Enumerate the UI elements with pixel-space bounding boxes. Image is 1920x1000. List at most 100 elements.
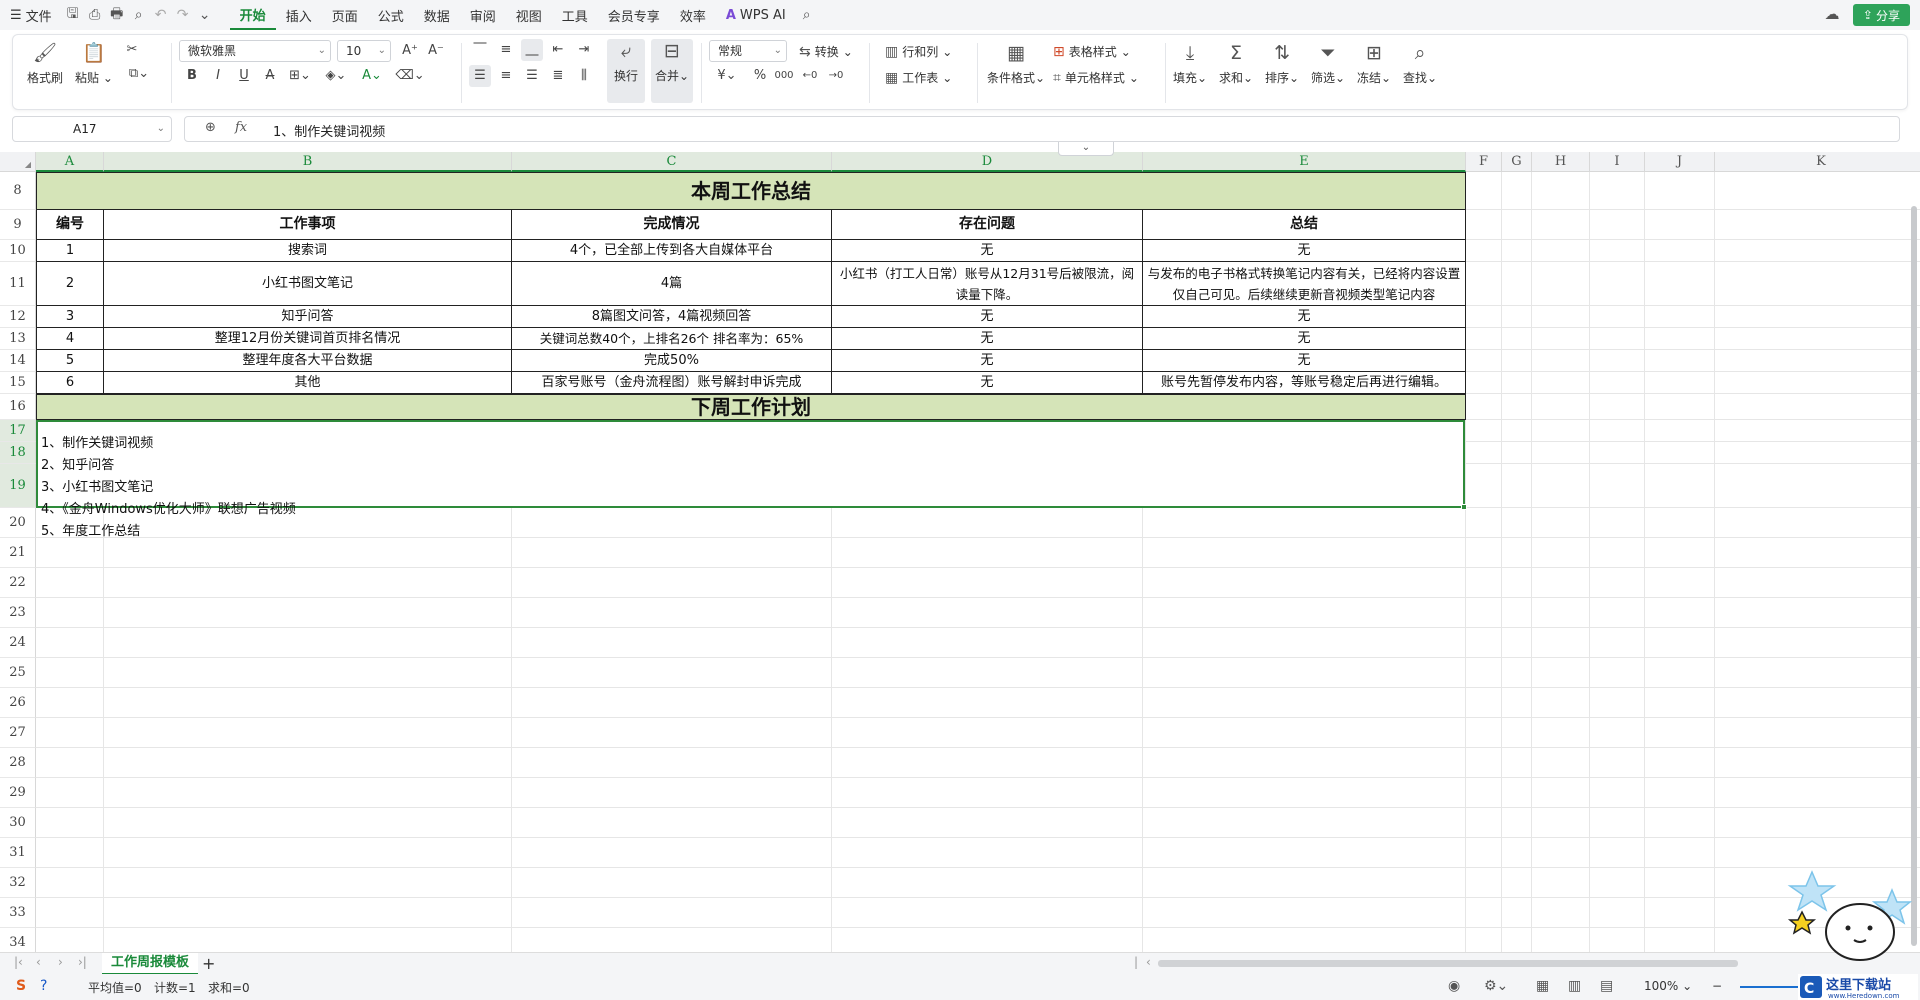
decimal-decrease-icon[interactable]: →0 [825, 65, 847, 87]
table-header-cell[interactable]: 存在问题 [832, 210, 1143, 240]
more-chevron-icon[interactable]: ⌄ [194, 0, 216, 30]
table-header-cell[interactable]: 完成情况 [512, 210, 832, 240]
table-cell[interactable]: 账号先暂停发布内容，等账号稳定后再进行编辑。 [1143, 372, 1466, 394]
summary-title-cell[interactable]: 本周工作总结 [36, 172, 1466, 210]
row-header-17[interactable]: 17 [0, 420, 36, 442]
cell-style-button[interactable]: ⌗ 单元格样式 ⌄ [1053, 69, 1139, 86]
collapse-ribbon-icon[interactable]: ⌄ [1058, 142, 1114, 156]
settings-gear-icon[interactable]: ⚙⌄ [1484, 978, 1508, 994]
page-layout-icon[interactable]: ▥ [1568, 978, 1581, 994]
merge-button[interactable]: ⊟ 合并⌄ [651, 39, 693, 103]
help-icon[interactable]: ? [40, 978, 47, 994]
table-cell[interactable]: 无 [832, 328, 1143, 350]
next-sheet-icon[interactable]: › [58, 955, 63, 969]
align-bottom-icon[interactable]: ⎽ [521, 39, 543, 61]
row-header-30[interactable]: 30 [0, 808, 36, 838]
table-cell[interactable]: 无 [832, 240, 1143, 262]
table-cell[interactable]: 无 [1143, 306, 1466, 328]
row-header-15[interactable]: 15 [0, 372, 36, 394]
row-header-26[interactable]: 26 [0, 688, 36, 718]
table-cell[interactable]: 无 [1143, 350, 1466, 372]
select-all-corner[interactable]: ◢ [0, 152, 36, 172]
table-cell[interactable]: 百家号账号（金舟流程图）账号解封申诉完成 [512, 372, 832, 394]
hscroll-left-arrow-icon[interactable]: ‹ [1146, 955, 1151, 969]
row-header-21[interactable]: 21 [0, 538, 36, 568]
table-cell[interactable]: 小红书图文笔记 [104, 262, 512, 306]
row-header-13[interactable]: 13 [0, 328, 36, 350]
table-cell[interactable]: 4 [36, 328, 104, 350]
table-cell[interactable]: 5 [36, 350, 104, 372]
paste-button[interactable]: 📋 粘贴 ⌄ [75, 41, 113, 86]
table-cell[interactable]: 4个，已全部上传到各大自媒体平台 [512, 240, 832, 262]
row-header-29[interactable]: 29 [0, 778, 36, 808]
column-header-c[interactable]: C [512, 152, 832, 172]
last-sheet-icon[interactable]: ›| [78, 955, 87, 969]
zoom-level[interactable]: 100% ⌄ [1644, 979, 1692, 993]
increase-font-icon[interactable]: A⁺ [399, 40, 421, 62]
column-header-f[interactable]: F [1466, 152, 1502, 172]
convert-button[interactable]: ⇆ 转换 ⌄ [799, 43, 853, 60]
row-header-10[interactable]: 10 [0, 240, 36, 262]
undo-icon[interactable]: ↶ [150, 0, 172, 30]
table-cell[interactable]: 8篇图文问答，4篇视频回答 [512, 306, 832, 328]
row-header-25[interactable]: 25 [0, 658, 36, 688]
column-header-g[interactable]: G [1502, 152, 1532, 172]
tab-data[interactable]: 数据 [414, 0, 460, 30]
tab-insert[interactable]: 插入 [276, 0, 322, 30]
table-cell[interactable]: 1 [36, 240, 104, 262]
row-header-32[interactable]: 32 [0, 868, 36, 898]
export-icon[interactable]: ⎙ [84, 0, 106, 30]
table-cell[interactable]: 整理年度各大平台数据 [104, 350, 512, 372]
row-header-20[interactable]: 20 [0, 508, 36, 538]
table-cell[interactable]: 小红书（打工人日常）账号从12月31号后被限流，阅读量下降。 [832, 262, 1143, 306]
conditional-format-button[interactable]: ▦ 条件格式⌄ [987, 41, 1045, 86]
table-cell[interactable]: 搜索词 [104, 240, 512, 262]
first-sheet-icon[interactable]: |‹ [14, 955, 23, 969]
font-name-select[interactable]: 微软雅黑 ⌄ [179, 40, 331, 62]
row-header-18[interactable]: 18 [0, 442, 36, 464]
italic-icon[interactable]: I [207, 65, 229, 87]
horizontal-scrollbar[interactable] [1158, 960, 1738, 967]
fill-handle[interactable] [1461, 504, 1467, 510]
ime-icon[interactable]: S [16, 978, 26, 994]
table-cell[interactable]: 整理12月份关键词首页排名情况 [104, 328, 512, 350]
vertical-scrollbar[interactable] [1910, 176, 1918, 946]
sum-button[interactable]: Σ 求和⌄ [1219, 41, 1253, 86]
column-header-h[interactable]: H [1532, 152, 1590, 172]
fill-button[interactable]: ⤓ 填充⌄ [1173, 41, 1207, 86]
copy-icon[interactable]: ⧉⌄ [123, 63, 155, 85]
page-break-icon[interactable]: ▤ [1600, 978, 1613, 994]
filter-button[interactable]: ⏷ 筛选⌄ [1311, 41, 1345, 86]
table-cell[interactable]: 4篇 [512, 262, 832, 306]
tab-member[interactable]: 会员专享 [598, 0, 670, 30]
table-header-cell[interactable]: 总结 [1143, 210, 1466, 240]
row-header-23[interactable]: 23 [0, 598, 36, 628]
underline-icon[interactable]: U [233, 65, 255, 87]
find-button[interactable]: ⌕ 查找⌄ [1403, 41, 1437, 86]
indent-increase-icon[interactable]: ⇥ [573, 39, 595, 61]
wrap-text-button[interactable]: ⤶ 换行 [607, 39, 645, 103]
column-header-e[interactable]: E [1143, 152, 1466, 172]
number-format-select[interactable]: 常规 ⌄ [709, 40, 787, 62]
row-header-8[interactable]: 8 [0, 172, 36, 210]
decrease-font-icon[interactable]: A⁻ [425, 40, 447, 62]
table-header-cell[interactable]: 编号 [36, 210, 104, 240]
zoom-formula-icon[interactable]: ⊕ [205, 120, 216, 135]
align-middle-icon[interactable]: ≡ [495, 39, 517, 61]
normal-view-icon[interactable]: ▦ [1536, 978, 1549, 994]
row-header-14[interactable]: 14 [0, 350, 36, 372]
font-color-icon[interactable]: A⌄ [357, 65, 387, 87]
eye-icon[interactable]: ◉ [1448, 978, 1460, 994]
table-cell[interactable]: 2 [36, 262, 104, 306]
tab-page[interactable]: 页面 [322, 0, 368, 30]
cloud-sync-icon[interactable]: ☁ [1822, 5, 1842, 25]
percent-icon[interactable]: % [749, 65, 771, 87]
row-header-9[interactable]: 9 [0, 210, 36, 240]
prev-sheet-icon[interactable]: ‹ [36, 955, 41, 969]
row-header-34[interactable]: 34 [0, 928, 36, 952]
align-left-icon[interactable]: ☰ [469, 65, 491, 87]
font-size-select[interactable]: 10 ⌄ [337, 40, 391, 62]
hscroll-left-icon[interactable]: | [1134, 955, 1138, 969]
wps-ai-button[interactable]: A WPS AI [716, 0, 796, 30]
align-center-icon[interactable]: ≡ [495, 65, 517, 87]
